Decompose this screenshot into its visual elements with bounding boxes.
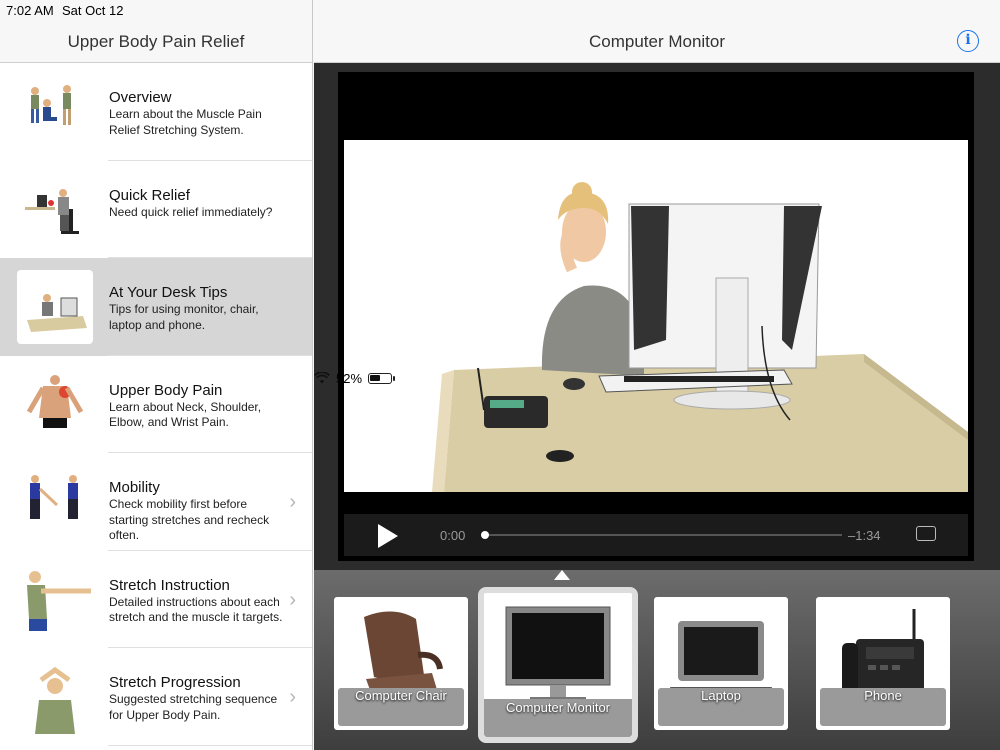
- sidebar-item-desc: Detailed instructions about each stretch…: [109, 594, 283, 625]
- sidebar-item-desk-tips[interactable]: At Your Desk Tips Tips for using monitor,…: [0, 258, 312, 356]
- sidebar-item-desc: Check mobility first before starting str…: [109, 497, 270, 542]
- overview-figures-icon: [17, 75, 93, 149]
- sidebar-item-overview[interactable]: Overview Learn about the Muscle Pain Reli…: [0, 63, 312, 161]
- sidebar-item-desc: Tips for using monitor, chair, laptop an…: [109, 302, 259, 332]
- status-bar: 7:02 AM Sat Oct 12 52%: [0, 0, 1000, 386]
- sidebar-item-desc: Need quick relief immediately?: [109, 204, 273, 219]
- sidebar-item-desc: Learn about Neck, Shoulder, Elbow, and W…: [109, 399, 262, 430]
- sidebar: Upper Body Pain Relief Overview Learn abo…: [0, 0, 313, 750]
- chevron-right-icon: ›: [289, 686, 296, 708]
- status-right: 52%: [314, 3, 1000, 750]
- sidebar-item-quick-relief[interactable]: Quick Relief Need quick relief immediatel…: [0, 160, 312, 258]
- sidebar-item-title: Stretch Instruction: [109, 576, 230, 594]
- back-muscles-icon: [17, 367, 93, 442]
- arm-stretch-icon: [17, 562, 93, 637]
- sidebar-item-title: Overview: [109, 89, 172, 106]
- neck-stretch-icon: [17, 660, 93, 734]
- sidebar-item-stretch-progression[interactable]: Stretch Progression Suggested stretching …: [0, 648, 312, 746]
- sidebar-item-desc: Learn about the Muscle Pain Relief Stret…: [109, 107, 262, 137]
- battery-percent: 52%: [336, 370, 363, 386]
- app-root: 7:02 AM Sat Oct 12 52% Upper Body Pain R…: [0, 0, 1000, 750]
- sidebar-item-title: Upper Body Pain: [109, 381, 223, 399]
- status-time: 7:02 AM: [6, 3, 54, 18]
- battery-icon: [368, 372, 396, 384]
- sidebar-item-title: Stretch Progression: [109, 674, 241, 691]
- sidebar-item-title: Quick Relief: [109, 186, 190, 204]
- sidebar-item-stretch-instruction[interactable]: Stretch Instruction Detailed instructions…: [0, 550, 312, 648]
- wifi-icon: [314, 372, 330, 384]
- sidebar-item-title: Mobility: [109, 479, 160, 496]
- chevron-right-icon: ›: [289, 588, 296, 611]
- sidebar-item-upper-body-pain[interactable]: Upper Body Pain Learn about Neck, Shoulde…: [0, 355, 312, 453]
- sidebar-title: Upper Body Pain Relief: [67, 32, 245, 51]
- mobility-figures-icon: [17, 465, 93, 539]
- status-date: Sat Oct 12: [62, 3, 124, 18]
- sidebar-list: Overview Learn about the Muscle Pain Reli…: [0, 63, 312, 746]
- desk-worker-icon: [17, 172, 93, 247]
- sidebar-item-desc: Suggested stretching sequence for Upper …: [109, 692, 278, 722]
- sidebar-item-mobility[interactable]: Mobility Check mobility first before star…: [0, 453, 312, 551]
- desk-scene-icon: [17, 270, 93, 344]
- sidebar-item-title: At Your Desk Tips: [109, 284, 228, 301]
- chevron-right-icon: ›: [289, 491, 296, 513]
